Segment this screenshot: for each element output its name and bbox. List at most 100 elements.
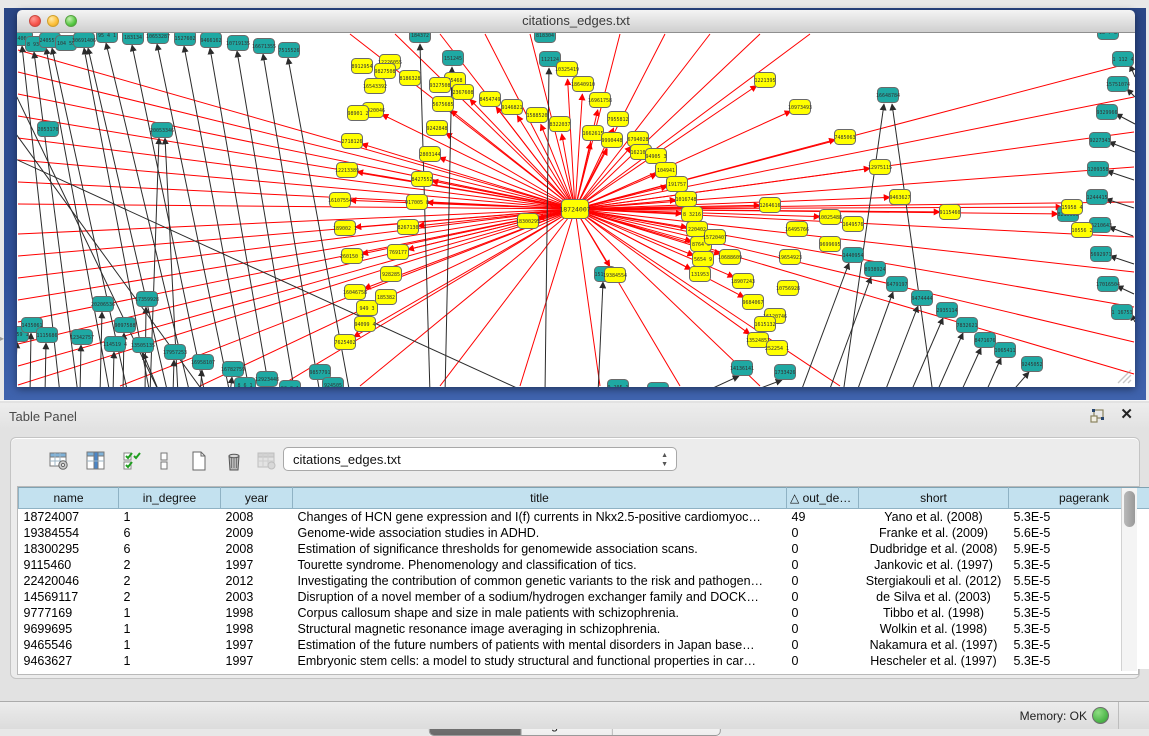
network-node-label: 18907243 — [731, 279, 755, 285]
network-node-label: 114519 4 — [103, 342, 127, 348]
network-node-label: 9146821 — [501, 105, 522, 111]
network-node-label: 9857791 — [309, 370, 330, 376]
table-row[interactable]: 1456911722003Disruption of a novel membe… — [19, 589, 1149, 605]
network-node-label: 30691406 — [72, 38, 96, 44]
network-node-label: 1016748 — [675, 197, 696, 203]
table-cell: Genome-wide association studies in ADHD. — [293, 525, 787, 541]
import-table-disabled-icon — [254, 448, 280, 474]
network-node-label: 8322037 — [549, 122, 570, 128]
table-cell: 0 — [787, 605, 859, 621]
panel-collapse-arrow-icon[interactable]: ▸ — [0, 334, 4, 343]
network-view-window[interactable]: citations_edges.txt 23406 28 93402405572… — [17, 10, 1135, 387]
table-cell: Structural magnetic resonance image aver… — [293, 621, 787, 637]
column-header-out_de[interactable]: △ out_de… — [787, 488, 859, 509]
float-window-icon[interactable] — [1089, 408, 1105, 424]
scrollbar-thumb[interactable] — [1124, 491, 1135, 527]
network-node-label: 16495766 — [785, 227, 809, 233]
network-node-label: 9990448 — [601, 138, 622, 144]
network-node-label: 12213389 — [335, 168, 359, 174]
table-cell: 1 — [119, 621, 221, 637]
network-node-label: 2053170 — [37, 127, 58, 133]
table-cell: 14569117 — [19, 589, 119, 605]
network-node-label: 1115686 — [36, 333, 57, 339]
table-cell: 1 — [119, 653, 221, 669]
table-cell: 6 — [119, 541, 221, 557]
network-node-label: 252254 1 — [765, 346, 789, 352]
delete-icon[interactable] — [221, 448, 247, 474]
network-node-label: 7625402 — [334, 340, 355, 346]
network-node-label: 183134 — [124, 35, 142, 41]
table-cell: 2009 — [221, 525, 293, 541]
network-node-label: 18724007 — [559, 205, 590, 213]
network-node-label: 928285 — [382, 272, 400, 278]
network-node-label: 185382 — [377, 295, 395, 301]
network-node-label: 8427552 — [411, 177, 432, 183]
column-header-title[interactable]: title — [293, 488, 787, 509]
table-row[interactable]: 969969511998Structural magnetic resonanc… — [19, 621, 1149, 637]
status-bar: Memory: OK — [0, 701, 1149, 729]
table-row[interactable]: 2242004622012Investigating the contribut… — [19, 573, 1149, 589]
table-cell: 22420046 — [19, 573, 119, 589]
table-panel: Table Panel ✕ — [0, 400, 1149, 701]
network-node-label: 17359928 — [135, 297, 159, 303]
network-canvas[interactable]: 23406 28 93402405572104 553069140695 4 1… — [17, 33, 1135, 387]
network-node-label: 924505 — [324, 383, 342, 387]
network-node-label: 9115460 — [939, 210, 960, 216]
table-row[interactable]: 1830029562008Estimation of significance … — [19, 541, 1149, 557]
row-height-icon[interactable] — [151, 448, 177, 474]
table-cell: Yano et al. (2008) — [859, 509, 1009, 526]
table-settings-icon[interactable] — [46, 448, 72, 474]
network-node-label: 151245 — [444, 56, 462, 62]
network-node-label: 16671355 — [252, 44, 276, 50]
table-cell: Tibbo et al. (1998) — [859, 605, 1009, 621]
network-node-label: 1264616 — [759, 203, 780, 209]
network-node-label: 2803144 — [419, 152, 440, 158]
table-vertical-scrollbar[interactable] — [1121, 488, 1137, 671]
memory-status-label[interactable]: Memory: OK — [1020, 709, 1087, 723]
memory-status-indicator[interactable] — [1092, 707, 1109, 724]
network-node-label: 12923448 — [255, 377, 279, 383]
network-desktop: citations_edges.txt 23406 28 93402405572… — [4, 8, 1146, 400]
network-node-label: 112124 — [541, 57, 559, 63]
network-node-label: 16782759 — [221, 367, 245, 373]
network-node-label: 12975115 — [868, 165, 892, 171]
network-node-label: 17957253 — [163, 350, 187, 356]
column-header-name[interactable]: name — [19, 488, 119, 509]
network-node-label: 189002 1 — [333, 226, 357, 232]
network-node-label: 1440954 — [842, 253, 863, 259]
table-row[interactable]: 946362711997Embryonic stem cells: a mode… — [19, 653, 1149, 669]
network-node-label: 818304 — [536, 33, 554, 39]
window-title-bar[interactable]: citations_edges.txt — [17, 10, 1135, 33]
table-cell: Investigating the contribution of common… — [293, 573, 787, 589]
select-rows-checks-icon[interactable] — [119, 448, 145, 474]
table-cell: Hescheler et al. (1997) — [859, 653, 1009, 669]
table-cell: Nakamura et al. (1997) — [859, 637, 1009, 653]
network-node-label: 7955812 — [607, 117, 628, 123]
network-node-label: 8 3216 — [683, 212, 701, 218]
network-node-label: 2935114 — [936, 308, 957, 314]
table-selector-dropdown[interactable]: citations_edges.txt ▲▼ — [283, 447, 677, 471]
table-row[interactable]: 946554611997Estimation of the future num… — [19, 637, 1149, 653]
table-row[interactable]: 977716911998Corpus callosum shape and si… — [19, 605, 1149, 621]
resize-grip-icon[interactable] — [1114, 366, 1132, 384]
network-node[interactable] — [648, 383, 669, 388]
network-node-label: 1615132 — [754, 322, 775, 328]
network-node-label: 20206536 — [91, 302, 115, 308]
network-node-label: 8471676 — [974, 338, 995, 344]
table-row[interactable]: 1938455462009Genome-wide association stu… — [19, 525, 1149, 541]
node-table: namein_degreeyeartitle△ out_de…shortpage… — [18, 487, 1149, 669]
column-header-year[interactable]: year — [221, 488, 293, 509]
new-file-icon[interactable] — [186, 448, 212, 474]
column-header-short[interactable]: short — [859, 488, 1009, 509]
close-panel-icon[interactable]: ✕ — [1120, 407, 1133, 423]
network-node-label: 10325419 — [555, 67, 579, 73]
select-columns-icon[interactable] — [83, 448, 109, 474]
network-node-label: 5654 9 — [694, 257, 712, 263]
network-node-label: 15958 4 — [1061, 205, 1082, 211]
table-row[interactable]: 911546021997Tourette syndrome. Phenomeno… — [19, 557, 1149, 573]
table-cell: 19384554 — [19, 525, 119, 541]
column-header-in_degree[interactable]: in_degree — [119, 488, 221, 509]
network-node-label: 9327508 — [429, 83, 450, 89]
table-row[interactable]: 1872400712008Changes of HCN gene express… — [19, 509, 1149, 526]
table-cell: 0 — [787, 557, 859, 573]
